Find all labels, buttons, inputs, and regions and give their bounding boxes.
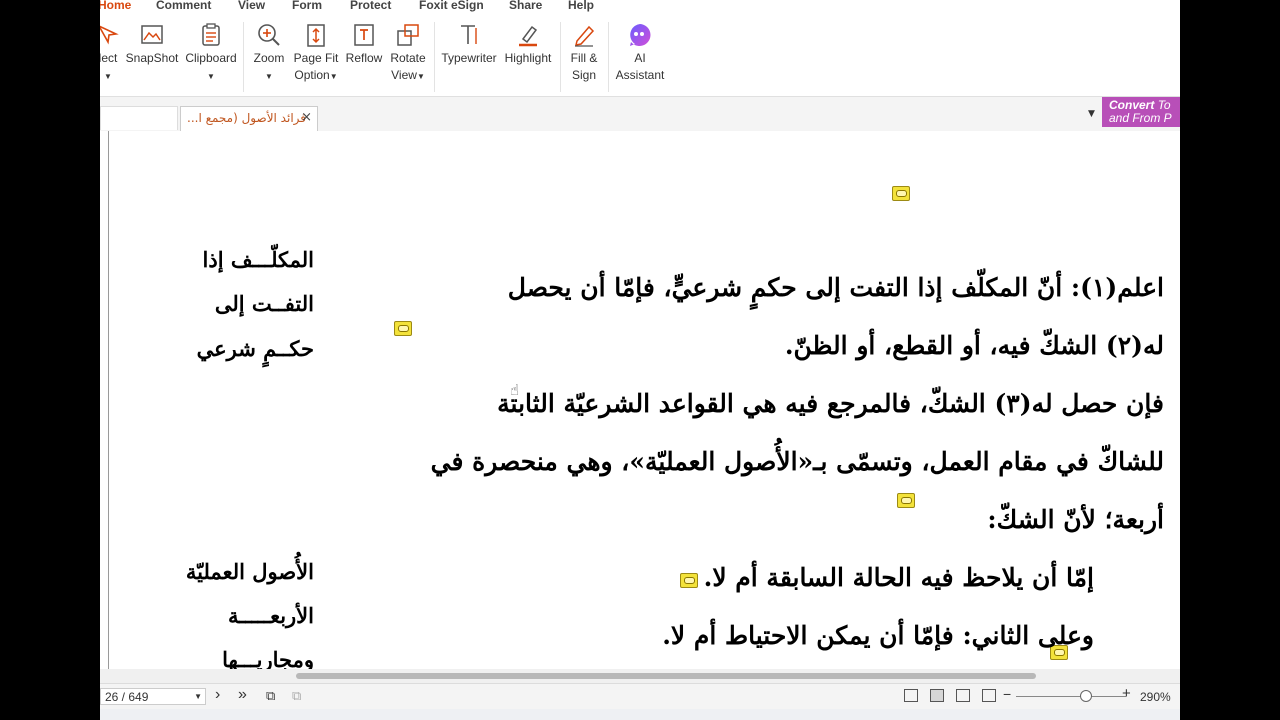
single-page-view-icon[interactable] (904, 689, 918, 702)
fill-and-sign-button[interactable]: Fill & Sign (566, 22, 602, 84)
reflow-button[interactable]: Reflow (344, 22, 384, 67)
document-viewport[interactable]: المكلّـــف إذا التفــت إلى حكــمٍ شرعي ا… (100, 131, 1180, 672)
menu-comment[interactable]: Comment (156, 0, 211, 12)
comment-note-icon[interactable] (680, 573, 698, 588)
rotate-icon (397, 24, 419, 46)
body-text-line: فإن حصل له(٣) الشكّ، فالمرجع فيه هي القو… (497, 389, 1164, 418)
zoom-out-icon[interactable]: − (1003, 686, 1011, 702)
convert-banner[interactable]: Convert To and From P (1102, 97, 1180, 127)
zoom-slider-handle[interactable] (1080, 690, 1092, 702)
margin-heading-line: المكلّـــف إذا (202, 247, 314, 272)
ribbon-divider (243, 22, 244, 92)
page-dropdown-icon[interactable]: ▼ (194, 689, 202, 705)
highlight-icon (519, 25, 538, 47)
page-fit-option-button[interactable]: Page Fit Option▼ (292, 22, 340, 85)
previous-view-icon[interactable]: ⧉ (266, 688, 275, 704)
clipboard-button[interactable]: Clipboard ▼ (184, 22, 238, 85)
menu-form[interactable]: Form (292, 0, 322, 12)
comment-note-icon[interactable] (892, 186, 910, 201)
menu-protect[interactable]: Protect (350, 0, 391, 12)
body-text-line: اعلم(١): أنّ المكلّف إذا التفت إلى حكمٍ … (507, 273, 1164, 302)
body-text-line: أربعة؛ لأنّ الشكّ: (987, 505, 1164, 534)
comment-note-icon[interactable] (394, 321, 412, 336)
start-tab[interactable] (100, 106, 178, 130)
scrollbar-thumb[interactable] (296, 673, 1036, 679)
ai-assistant-icon (630, 24, 651, 46)
ribbon-divider (434, 22, 435, 92)
ribbon-toolbar: lect ▼ SnapShot Clipboard ▼ Zoom ▼ Page Fit… (100, 14, 1180, 96)
typewriter-button[interactable]: Typewriter (440, 22, 498, 67)
snapshot-button[interactable]: SnapShot (124, 22, 180, 67)
document-tab-strip: فرائد الأصول (مجمع ا... × ▼ Convert To a… (100, 96, 1180, 132)
horizontal-scrollbar[interactable] (100, 669, 1180, 683)
page-edge (108, 131, 109, 669)
continuous-facing-view-icon[interactable] (982, 689, 996, 702)
pdf-reader-window: Home Comment View Form Protect Foxit eSi… (100, 0, 1180, 720)
body-text-line: وعلى الثاني: فإمّا أن يمكن الاحتياط أم ل… (662, 621, 1094, 650)
pen-icon (574, 25, 595, 47)
next-page-icon[interactable]: › (215, 686, 220, 704)
body-text-line: للشاكّ في مقام العمل، وتسمّى بـ«الأُصول … (430, 447, 1164, 476)
continuous-view-icon[interactable] (930, 689, 944, 702)
menu-bar: Home Comment View Form Protect Foxit eSi… (100, 0, 1180, 14)
menu-share[interactable]: Share (509, 0, 542, 12)
document-tab-title: فرائد الأصول (مجمع ا... (187, 111, 307, 125)
page-fit-icon (307, 24, 325, 47)
hand-cursor-icon: ☝ (510, 381, 520, 399)
zoom-button[interactable]: Zoom ▼ (250, 22, 288, 85)
select-icon (100, 25, 119, 45)
ai-assistant-button[interactable]: AI Assistant (614, 22, 666, 84)
body-text-line: إمّا أن يلاحظ فيه الحالة السابقة أم لا. (703, 563, 1094, 592)
margin-heading-line: حكــمٍ شرعي (196, 336, 314, 361)
highlight-button[interactable]: Highlight (502, 22, 554, 67)
last-page-icon[interactable]: » (238, 686, 247, 704)
margin-heading-line: التفــت إلى (214, 291, 314, 316)
zoom-icon (258, 24, 280, 46)
body-text-line: له(٢) الشكّ فيه، أو القطع، أو الظنّ. (784, 331, 1164, 360)
zoom-level[interactable]: 290% (1140, 690, 1171, 704)
comment-note-icon[interactable] (897, 493, 915, 508)
ribbon-divider (608, 22, 609, 92)
tab-list-dropdown-icon[interactable]: ▼ (1088, 109, 1095, 119)
ribbon-divider (560, 22, 561, 92)
menu-view[interactable]: View (238, 0, 265, 12)
margin-heading-line: الأربعـــــة (228, 603, 314, 628)
margin-heading-line: الأُصول العمليّة (185, 559, 314, 584)
clipboard-icon (202, 23, 220, 46)
page-number-field[interactable]: 26 / 649 ▼ (100, 688, 206, 705)
zoom-in-icon[interactable]: + (1122, 685, 1131, 702)
menu-foxit-esign[interactable]: Foxit eSign (419, 0, 484, 12)
document-tab[interactable]: فرائد الأصول (مجمع ا... × (180, 106, 318, 131)
taskbar-edge (100, 709, 1180, 720)
close-tab-icon[interactable]: × (301, 110, 312, 125)
menu-home[interactable]: Home (100, 0, 131, 12)
snapshot-icon (141, 25, 163, 44)
select-button[interactable]: lect ▼ (100, 22, 120, 85)
status-bar: 26 / 649 ▼ › » ⧉ ⧉ − + 290% (100, 683, 1180, 710)
next-view-icon[interactable]: ⧉ (292, 688, 301, 704)
zoom-slider[interactable] (1016, 696, 1126, 697)
typewriter-icon (461, 25, 477, 44)
rotate-view-button[interactable]: Rotate View▼ (388, 22, 428, 85)
menu-help[interactable]: Help (568, 0, 594, 12)
reflow-icon (354, 24, 374, 46)
facing-view-icon[interactable] (956, 689, 970, 702)
